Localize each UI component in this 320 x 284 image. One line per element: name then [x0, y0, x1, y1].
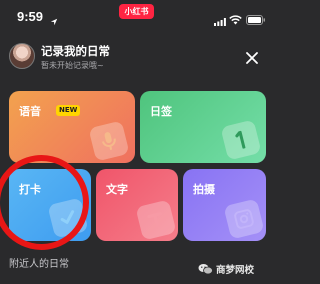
text-card[interactable]: 文字 [96, 169, 178, 241]
number-one-icon [220, 119, 262, 161]
watermark: 商梦网校 [198, 262, 254, 276]
new-badge: NEW [56, 105, 81, 116]
status-bar: 9:59 小红书 [0, 0, 273, 30]
wifi-icon [229, 10, 242, 29]
nearby-section-title: 附近人的日常 [9, 259, 69, 270]
letter-t-icon [135, 199, 177, 241]
daily-sign-card[interactable]: 日签 [140, 91, 266, 163]
microphone-icon [88, 120, 130, 162]
avatar[interactable] [9, 43, 35, 69]
watermark-text: 商梦网校 [216, 265, 255, 276]
wechat-icon [198, 264, 213, 275]
header-subtitle: 暂未开始记录哦~ [41, 61, 104, 70]
daily-sign-card-label: 日签 [150, 105, 172, 118]
app-badge: 小红书 [119, 4, 154, 19]
close-button[interactable] [245, 50, 259, 64]
header-title: 记录我的日常 [41, 44, 110, 58]
photo-card-label: 拍摄 [193, 183, 215, 196]
text-card-label: 文字 [106, 183, 128, 196]
photo-card[interactable]: 拍摄 [183, 169, 266, 241]
battery-icon [246, 10, 266, 29]
camera-icon [223, 198, 265, 240]
daily-record-header: 记录我的日常 暂未开始记录哦~ [0, 38, 273, 78]
signal-icon [214, 11, 226, 30]
voice-card[interactable]: 语音 NEW [9, 91, 135, 163]
voice-card-label: 语音 [19, 105, 41, 118]
location-arrow-icon [50, 11, 58, 30]
close-icon [246, 52, 258, 64]
status-time: 9:59 [17, 9, 44, 24]
